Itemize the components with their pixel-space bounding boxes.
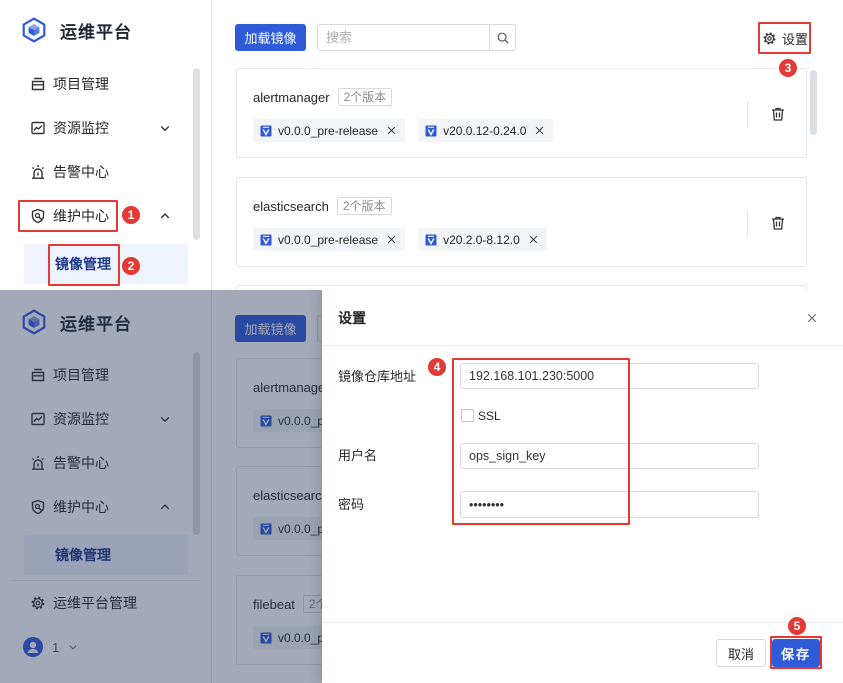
version-icon — [425, 125, 437, 137]
search-input[interactable] — [318, 25, 489, 50]
username-input[interactable] — [460, 443, 759, 469]
sidebar-item-label: 告警中心 — [53, 164, 109, 180]
gear-icon — [762, 31, 777, 46]
version-label: v0.0.0_pre-release — [278, 232, 379, 247]
app-title: 运维平台 — [60, 22, 132, 42]
settings-label: 设置 — [782, 31, 809, 47]
remove-version-icon[interactable] — [386, 125, 397, 136]
version-tag[interactable]: v0.0.0_pre-release — [253, 119, 406, 142]
sidebar-item-label: 项目管理 — [53, 76, 109, 92]
dialog-header-divider — [322, 345, 843, 346]
project-icon — [30, 76, 46, 92]
maintenance-icon — [30, 208, 46, 224]
delete-image-icon[interactable] — [770, 215, 786, 231]
version-tags: v0.0.0_pre-release v20.0.12-0.24.0 — [253, 119, 554, 142]
top-view: 运维平台 项目管理 资源监控 告警中心 维护中心 镜像管理 加载镜像 搜索 设置… — [0, 0, 843, 290]
sidebar: 运维平台 项目管理 资源监控 告警中心 维护中心 镜像管理 — [0, 0, 212, 290]
dialog-title: 设置 — [338, 310, 366, 326]
sidebar-item-label: 资源监控 — [53, 120, 109, 136]
sidebar-subitem-image-management[interactable]: 镜像管理 — [24, 244, 188, 284]
sidebar-item-monitoring[interactable]: 资源监控 — [18, 111, 188, 145]
card-divider — [747, 210, 748, 237]
version-label: v20.2.0-8.12.0 — [443, 232, 520, 247]
alarm-icon — [30, 164, 46, 180]
cancel-button[interactable]: 取消 — [716, 639, 766, 667]
version-label: v20.0.12-0.24.0 — [443, 123, 527, 138]
sidebar-item-alarms[interactable]: 告警中心 — [18, 155, 188, 189]
chevron-down-icon — [159, 122, 171, 134]
search-box — [317, 24, 516, 51]
remove-version-icon[interactable] — [534, 125, 545, 136]
annotation-badge: 3 — [779, 59, 797, 77]
annotation-badge: 5 — [788, 617, 806, 635]
image-name: elasticsearch — [253, 198, 329, 214]
annotation-badge: 2 — [122, 257, 140, 275]
version-count-tag: 2个版本 — [336, 197, 392, 215]
image-card: elasticsearch 2个版本 v0.0.0_pre-release v2… — [236, 177, 807, 267]
username-label: 用户名 — [338, 448, 378, 463]
sidebar-item-projects[interactable]: 项目管理 — [18, 67, 188, 101]
remove-version-icon[interactable] — [386, 234, 397, 245]
remove-version-icon[interactable] — [528, 234, 539, 245]
annotation-badge: 4 — [428, 358, 446, 376]
card-divider — [747, 101, 748, 128]
chevron-up-icon — [159, 210, 171, 222]
load-image-button[interactable]: 加载镜像 — [235, 24, 306, 51]
version-tag[interactable]: v20.2.0-8.12.0 — [418, 228, 547, 251]
logo-cube-icon — [21, 17, 47, 43]
registry-address-label: 镜像仓库地址 — [338, 369, 417, 384]
monitor-icon — [30, 120, 46, 136]
registry-address-input[interactable] — [460, 363, 759, 389]
save-button[interactable]: 保存 — [772, 639, 820, 667]
version-label: v0.0.0_pre-release — [278, 123, 379, 138]
sidebar-item-label: 维护中心 — [53, 208, 109, 224]
ssl-checkbox[interactable] — [461, 409, 474, 422]
ssl-label: SSL — [478, 409, 501, 423]
content-scrollbar[interactable] — [810, 70, 817, 135]
settings-button[interactable]: 设置 — [762, 29, 808, 47]
image-card-header: alertmanager 2个版本 — [253, 87, 393, 107]
password-label: 密码 — [338, 497, 365, 512]
brand[interactable]: 运维平台 — [21, 17, 132, 43]
dialog-footer-divider — [322, 622, 843, 623]
image-name: alertmanager — [253, 89, 330, 105]
image-card-header: elasticsearch 2个版本 — [253, 196, 392, 216]
version-icon — [425, 234, 437, 246]
settings-dialog: 设置 镜像仓库地址 SSL 用户名 密码 取消 保存 4 5 — [322, 290, 843, 683]
version-icon — [260, 234, 272, 246]
image-list-page: 加载镜像 设置 alertmanager 2个版本 — [212, 0, 843, 290]
sidebar-scrollbar[interactable] — [193, 68, 200, 240]
image-card: alertmanager 2个版本 v0.0.0_pre-release v20… — [236, 68, 807, 158]
close-icon[interactable] — [806, 312, 818, 324]
sidebar-item-label: 镜像管理 — [55, 256, 111, 272]
version-count-tag: 2个版本 — [337, 88, 393, 106]
tutorial-screenshot: 运维平台 项目管理 资源监控 告警中心 维护中心 镜像管理 加载镜像 搜索 设置… — [0, 0, 843, 683]
version-tags: v0.0.0_pre-release v20.2.0-8.12.0 — [253, 228, 547, 251]
sidebar-item-maintenance[interactable]: 维护中心 — [18, 199, 188, 233]
version-icon — [260, 125, 272, 137]
version-tag[interactable]: v20.0.12-0.24.0 — [418, 119, 554, 142]
password-input[interactable] — [460, 491, 759, 518]
search-button[interactable] — [489, 25, 515, 50]
annotation-badge: 1 — [122, 206, 140, 224]
bottom-view: 运维平台 项目管理 资源监控 告警中心 维护中心 镜像管理 运维平台管理 1 加… — [0, 290, 843, 683]
delete-image-icon[interactable] — [770, 106, 786, 122]
search-icon — [496, 31, 510, 45]
version-tag[interactable]: v0.0.0_pre-release — [253, 228, 406, 251]
